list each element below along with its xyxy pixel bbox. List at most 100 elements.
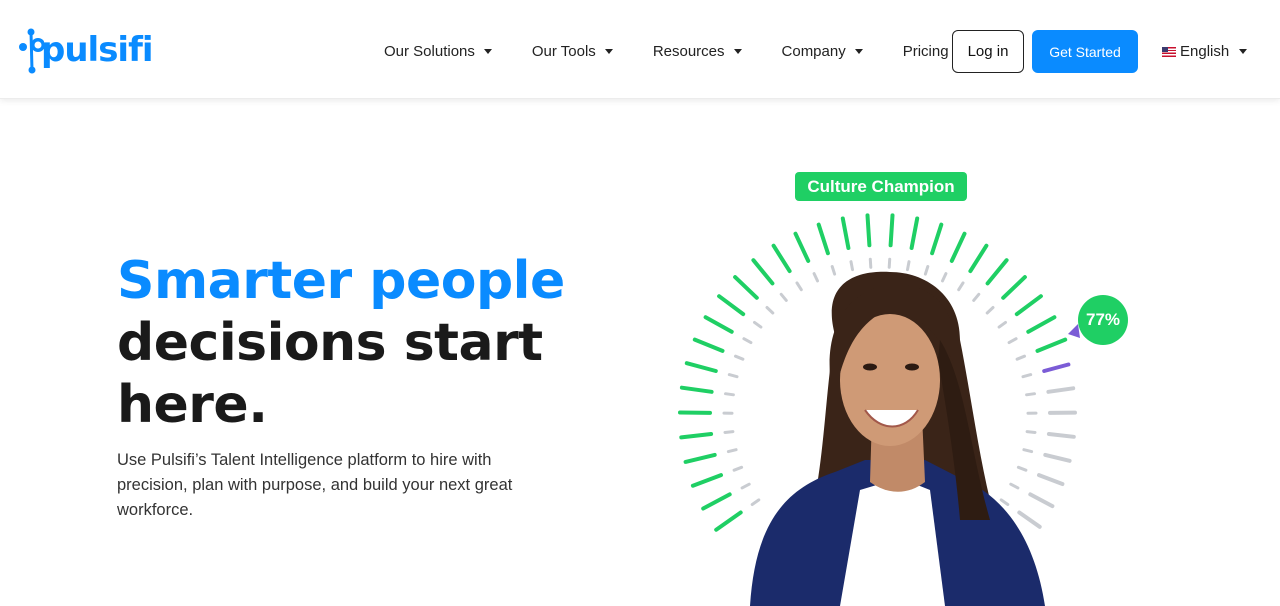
main-nav: Our Solutions Our Tools Resources Compan… xyxy=(384,30,949,73)
gauge-tick xyxy=(683,452,717,464)
gauge-tick xyxy=(888,213,895,248)
caret-down-icon xyxy=(1239,49,1248,54)
gauge-inner-tick xyxy=(923,265,930,276)
gauge-inner-tick xyxy=(1007,337,1018,345)
logo-molecule-icon xyxy=(19,28,44,74)
gauge-tick xyxy=(1035,337,1068,353)
gauge-tick xyxy=(930,222,944,256)
gauge-inner-tick xyxy=(723,430,735,434)
gauge-tick xyxy=(703,315,734,334)
gauge-inner-tick xyxy=(750,498,761,506)
gauge-tick xyxy=(1001,275,1027,300)
culture-champion-badge: Culture Champion xyxy=(795,172,967,201)
gauge-tick xyxy=(949,231,967,263)
gauge-tick xyxy=(679,432,714,440)
gauge-inner-tick xyxy=(795,281,803,292)
gauge-inner-tick xyxy=(941,272,948,283)
us-flag-icon xyxy=(1162,46,1176,57)
gauge-tick xyxy=(1026,315,1057,334)
gauge-inner-tick xyxy=(887,257,892,269)
nav-our-solutions[interactable]: Our Solutions xyxy=(384,43,492,60)
login-button[interactable]: Log in xyxy=(952,30,1024,73)
headline-line-2: decisions start xyxy=(117,313,543,373)
gauge-inner-tick xyxy=(765,306,775,315)
score-bubble: 77% xyxy=(1078,295,1128,345)
gauge-tick xyxy=(1028,492,1055,509)
pulsifi-logo[interactable]: pulsifi xyxy=(18,26,154,74)
gauge-tick xyxy=(733,275,759,300)
gauge-tick xyxy=(717,294,746,317)
gauge-inner-tick xyxy=(742,337,753,345)
gauge-tick xyxy=(684,361,718,373)
nav-label: Our Solutions xyxy=(384,43,475,60)
gauge-inner-tick xyxy=(1009,482,1020,490)
culture-gauge xyxy=(678,213,1080,606)
hero-subtext: Use Pulsifi’s Talent Intelligence platfo… xyxy=(117,451,513,519)
gauge-inner-tick xyxy=(734,354,745,361)
gauge-inner-tick xyxy=(868,257,873,269)
headline-highlight: Smarter people xyxy=(117,251,565,311)
gauge-tick xyxy=(1043,452,1072,463)
gauge-tick xyxy=(692,337,725,353)
caret-down-icon xyxy=(854,49,863,54)
gauge-tick xyxy=(1017,510,1042,529)
language-selector[interactable]: English xyxy=(1162,30,1248,73)
gauge-tick xyxy=(701,492,732,511)
gauge-inner-tick xyxy=(732,465,744,472)
language-label: English xyxy=(1180,43,1230,60)
nav-company[interactable]: Company xyxy=(782,43,863,60)
hero-visual: Culture Champion 77% xyxy=(660,160,1140,606)
gauge-tick xyxy=(751,258,775,286)
gauge-inner-tick xyxy=(1025,392,1036,397)
nav-label: Resources xyxy=(652,43,725,60)
gauge-tick xyxy=(985,258,1009,286)
gauge-tick xyxy=(1037,473,1065,486)
site-header: pulsifi Our Solutions Our Tools Resource… xyxy=(0,0,1280,99)
gauge-inner-tick xyxy=(726,448,738,454)
gauge-tick xyxy=(1014,294,1043,317)
gauge-tick xyxy=(714,510,743,532)
logo-wordmark: pulsifi xyxy=(41,30,154,70)
nav-label: Pricing xyxy=(902,43,949,60)
nav-pricing[interactable]: Pricing xyxy=(903,43,949,60)
caret-down-icon xyxy=(733,49,742,54)
gauge-inner-tick xyxy=(830,265,837,276)
person-photo xyxy=(750,271,1045,606)
gauge-inner-tick xyxy=(957,281,965,292)
gauge-tick xyxy=(1042,362,1071,373)
gauge-tick xyxy=(1046,432,1076,439)
gauge-inner-tick xyxy=(724,392,735,397)
gauge-tick xyxy=(1046,386,1076,394)
gauge-inner-tick xyxy=(753,320,763,329)
gauge-inner-tick xyxy=(1022,448,1034,454)
gauge-inner-tick xyxy=(906,260,911,272)
gauge-tick xyxy=(771,243,792,274)
gauge-inner-tick xyxy=(1025,430,1037,434)
gauge-inner-tick xyxy=(740,482,751,490)
gauge-inner-tick xyxy=(985,306,995,315)
hero-headline: Smarter people decisions start here. xyxy=(117,250,565,436)
gauge-inner-tick xyxy=(972,292,981,302)
nav-label: Company xyxy=(781,43,846,60)
gauge-tick xyxy=(968,243,989,274)
caret-down-icon xyxy=(483,49,492,54)
gauge-inner-tick xyxy=(727,373,739,379)
gauge-tick xyxy=(909,216,920,250)
gauge-inner-tick xyxy=(1015,354,1026,361)
gauge-inner-tick xyxy=(999,498,1010,506)
gauge-inner-tick xyxy=(1021,373,1033,379)
gauge-tick xyxy=(865,213,872,248)
gauge-inner-tick xyxy=(997,320,1007,329)
get-started-button[interactable]: Get Started xyxy=(1032,30,1138,73)
gauge-tick xyxy=(816,222,830,256)
gauge-inner-tick xyxy=(1016,465,1028,472)
gauge-tick xyxy=(793,231,811,263)
gauge-tick xyxy=(679,385,714,394)
nav-our-tools[interactable]: Our Tools xyxy=(532,43,613,60)
gauge-inner-tick xyxy=(849,260,854,272)
nav-resources[interactable]: Resources xyxy=(653,43,742,60)
headline-line-3: here. xyxy=(117,375,268,435)
nav-label: Our Tools xyxy=(531,43,596,60)
gauge-inner-tick xyxy=(779,292,788,302)
gauge-inner-tick xyxy=(812,272,819,283)
